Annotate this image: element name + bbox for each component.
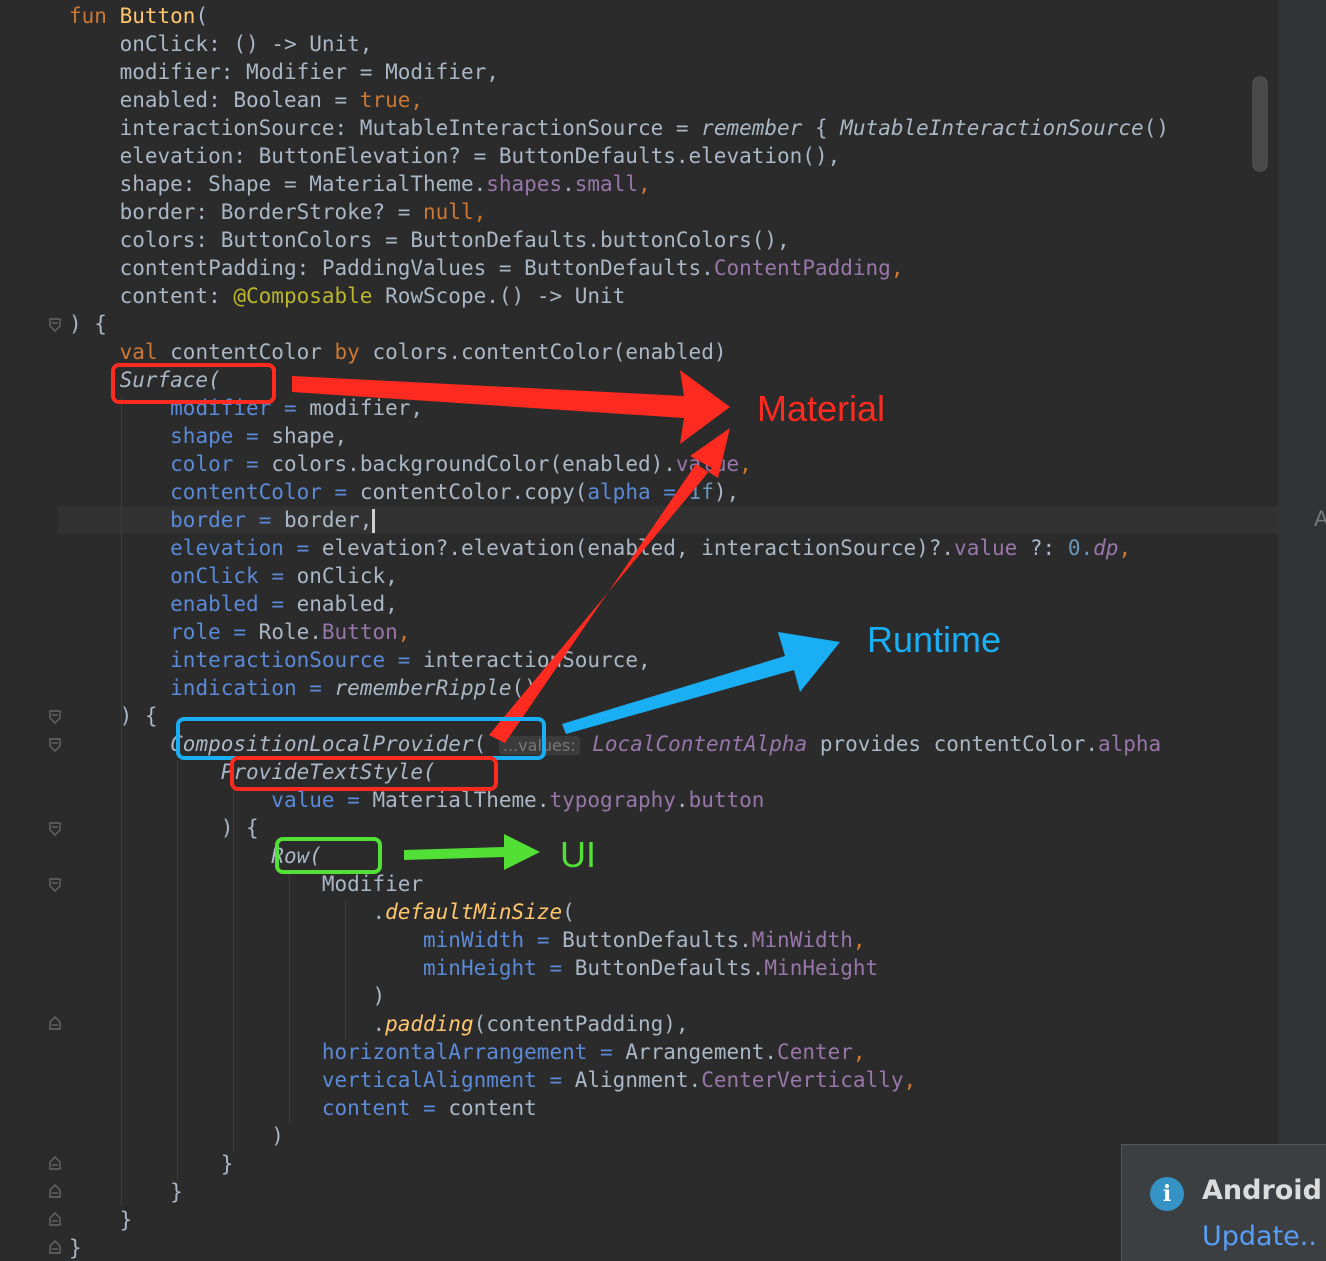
- annotation-overlay: [292, 370, 840, 870]
- row-highlight-box: [275, 837, 382, 874]
- runtime-arrow: [562, 632, 840, 734]
- ui-label: UI: [560, 834, 596, 875]
- material-arrow: [292, 370, 730, 444]
- notification-update-link[interactable]: Update..: [1202, 1221, 1317, 1252]
- surface-highlight-box: [111, 363, 276, 404]
- material-label: Material: [757, 388, 886, 429]
- runtime-label: Runtime: [867, 619, 1002, 660]
- provide-text-style-highlight-box: [230, 756, 498, 791]
- info-icon: i: [1150, 1177, 1184, 1211]
- notification-popup[interactable]: i Android Update..: [1121, 1144, 1326, 1261]
- composition-local-provider-highlight-box: [176, 717, 546, 760]
- notification-title: Android: [1202, 1175, 1322, 1206]
- ui-arrow: [404, 834, 540, 870]
